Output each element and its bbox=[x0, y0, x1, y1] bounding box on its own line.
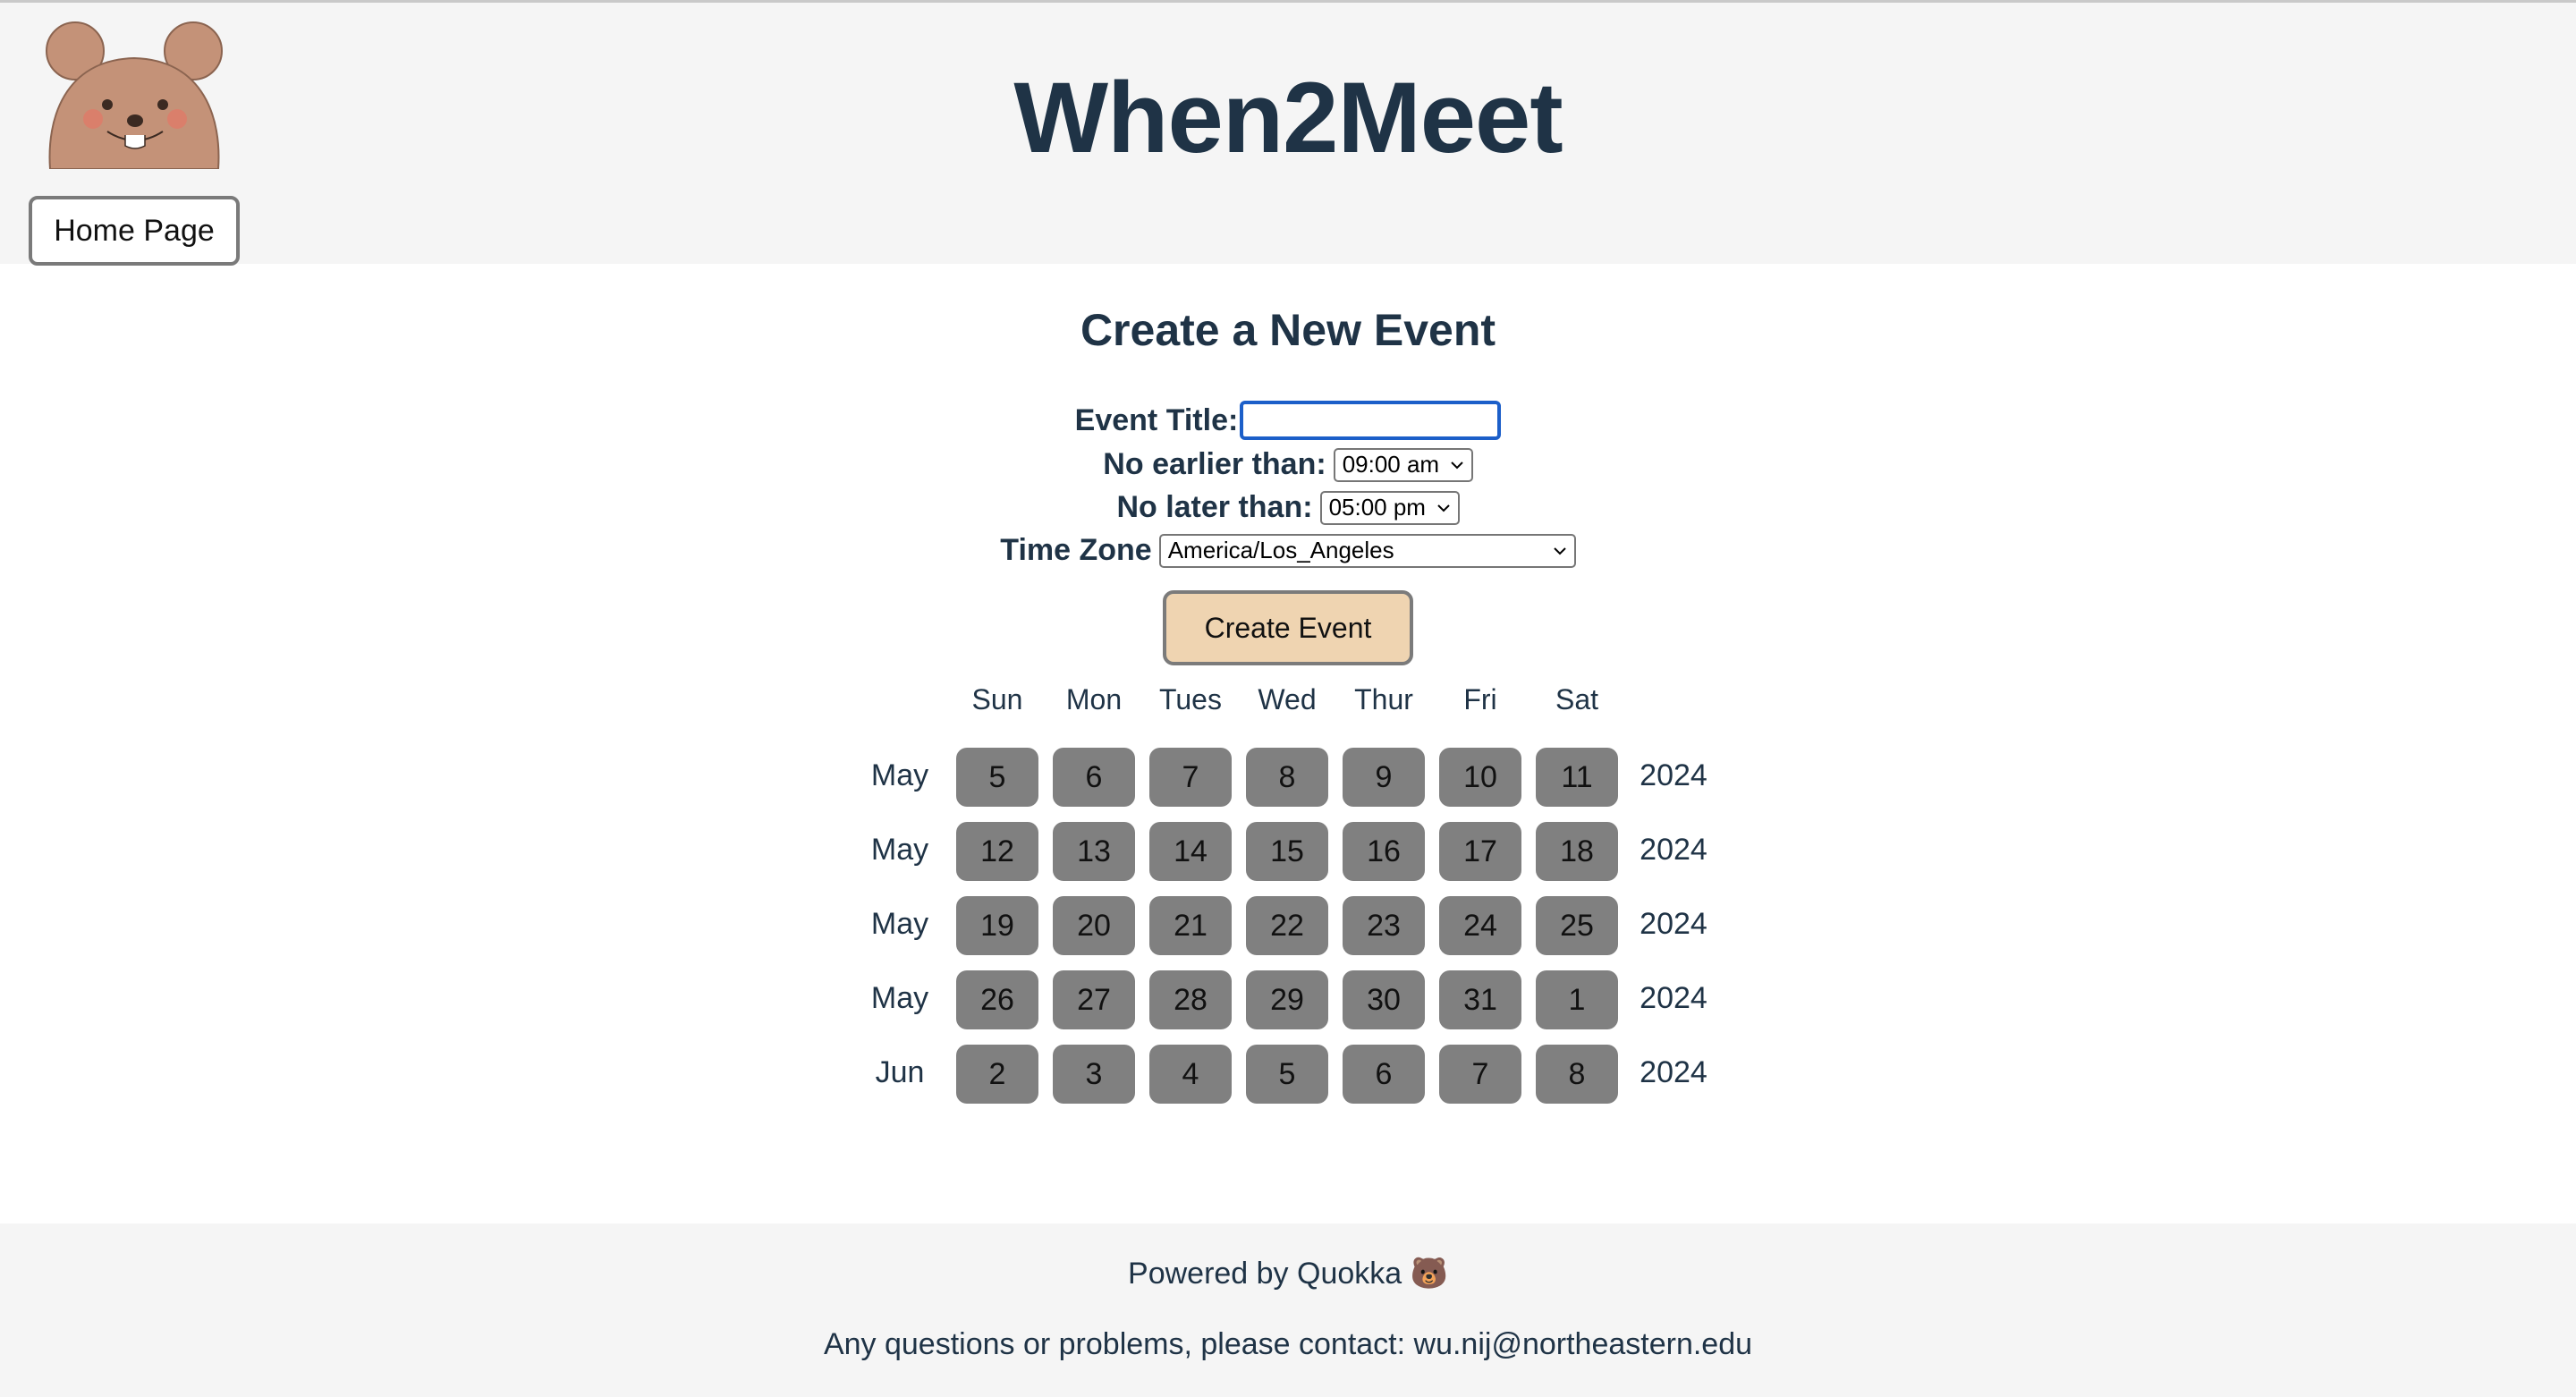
week-month-label: May bbox=[870, 981, 929, 1015]
calendar-day-button[interactable]: 26 bbox=[956, 970, 1038, 1029]
calendar-day-button[interactable]: 7 bbox=[1439, 1045, 1521, 1104]
calendar-day-button[interactable]: 24 bbox=[1439, 896, 1521, 955]
calendar-day-button[interactable]: 13 bbox=[1053, 822, 1135, 881]
calendar-day-button[interactable]: 16 bbox=[1343, 822, 1425, 881]
calendar-day-button[interactable]: 8 bbox=[1246, 748, 1328, 807]
no-earlier-select[interactable]: 09:00 am bbox=[1333, 447, 1473, 482]
calendar-day-button[interactable]: 2 bbox=[956, 1045, 1038, 1104]
calendar-day-button[interactable]: 9 bbox=[1343, 748, 1425, 807]
calendar-day-button[interactable]: 12 bbox=[956, 822, 1038, 881]
no-earlier-label: No earlier than: bbox=[1103, 447, 1326, 481]
week-month-label: Jun bbox=[875, 1055, 925, 1089]
calendar-day-button[interactable]: 22 bbox=[1246, 896, 1328, 955]
page-title: Create a New Event bbox=[1080, 305, 1496, 355]
calendar-day-button[interactable]: 11 bbox=[1536, 748, 1618, 807]
site-header: Home Page When2Meet bbox=[0, 3, 2576, 266]
calendar-day-button[interactable]: 23 bbox=[1343, 896, 1425, 955]
weekday-header: Tues bbox=[1159, 683, 1222, 715]
week-year-label: 2024 bbox=[1640, 833, 1707, 867]
calendar-day-button[interactable]: 7 bbox=[1149, 748, 1232, 807]
calendar-day-button[interactable]: 1 bbox=[1536, 970, 1618, 1029]
timezone-row: Time Zone America/Los_Angeles bbox=[0, 533, 2576, 568]
chevron-down-icon bbox=[1450, 461, 1463, 469]
calendar-day-button[interactable]: 6 bbox=[1053, 748, 1135, 807]
calendar-day-button[interactable]: 15 bbox=[1246, 822, 1328, 881]
calendar-day-button[interactable]: 5 bbox=[956, 748, 1038, 807]
no-earlier-row: No earlier than: 09:00 am bbox=[0, 447, 2576, 482]
timezone-select[interactable]: America/Los_Angeles bbox=[1158, 533, 1576, 568]
weekday-header: Thur bbox=[1354, 683, 1413, 715]
week-year-label: 2024 bbox=[1640, 981, 1707, 1015]
calendar-day-button[interactable]: 25 bbox=[1536, 896, 1618, 955]
calendar-day-button[interactable]: 30 bbox=[1343, 970, 1425, 1029]
calendar-day-button[interactable]: 31 bbox=[1439, 970, 1521, 1029]
week-month-label: May bbox=[870, 907, 929, 941]
calendar-day-button[interactable]: 10 bbox=[1439, 748, 1521, 807]
no-later-value: 05:00 pm bbox=[1328, 494, 1426, 521]
calendar-day-button[interactable]: 6 bbox=[1343, 1045, 1425, 1104]
event-title-row: Event Title: bbox=[0, 401, 2576, 440]
week-year-label: 2024 bbox=[1640, 1055, 1707, 1089]
event-title-label: Event Title: bbox=[1074, 402, 1239, 437]
weekday-header: Sun bbox=[971, 683, 1023, 715]
weekday-header: Fri bbox=[1463, 683, 1497, 715]
calendar-day-button[interactable]: 17 bbox=[1439, 822, 1521, 881]
week-year-label: 2024 bbox=[1640, 758, 1707, 792]
contact-text: Any questions or problems, please contac… bbox=[823, 1327, 1753, 1361]
calendar-day-button[interactable]: 28 bbox=[1149, 970, 1232, 1029]
no-later-select[interactable]: 05:00 pm bbox=[1319, 490, 1460, 525]
calendar-day-button[interactable]: 14 bbox=[1149, 822, 1232, 881]
week-month-label: May bbox=[870, 758, 929, 792]
calendar-day-button[interactable]: 29 bbox=[1246, 970, 1328, 1029]
timezone-label: Time Zone bbox=[1000, 533, 1152, 567]
week-month-label: May bbox=[870, 833, 929, 867]
weekday-header: Wed bbox=[1258, 683, 1317, 715]
calendar-day-button[interactable]: 18 bbox=[1536, 822, 1618, 881]
no-later-row: No later than: 05:00 pm bbox=[0, 490, 2576, 525]
chevron-down-icon bbox=[1553, 546, 1566, 555]
week-year-label: 2024 bbox=[1640, 907, 1707, 941]
weekday-header: Mon bbox=[1065, 683, 1123, 715]
weekday-header: Sat bbox=[1555, 683, 1599, 715]
calendar-day-button[interactable]: 20 bbox=[1053, 896, 1135, 955]
chevron-down-icon bbox=[1436, 504, 1450, 512]
timezone-value: America/Los_Angeles bbox=[1167, 537, 1394, 563]
powered-by-text: Powered by Quokka 🐻 bbox=[1128, 1257, 1448, 1291]
calendar-day-button[interactable]: 4 bbox=[1149, 1045, 1232, 1104]
calendar-day-button[interactable]: 3 bbox=[1053, 1045, 1135, 1104]
calendar-day-button[interactable]: 21 bbox=[1149, 896, 1232, 955]
home-page-button[interactable]: Home Page bbox=[29, 196, 240, 266]
no-later-label: No later than: bbox=[1116, 490, 1313, 524]
create-event-button[interactable]: Create Event bbox=[1163, 590, 1413, 665]
calendar-day-button[interactable]: 5 bbox=[1246, 1045, 1328, 1104]
site-title: When2Meet bbox=[1013, 62, 1563, 174]
calendar-day-button[interactable]: 27 bbox=[1053, 970, 1135, 1029]
site-footer: Powered by Quokka 🐻 Any questions or pro… bbox=[0, 1223, 2576, 1397]
calendar-day-button[interactable]: 8 bbox=[1536, 1045, 1618, 1104]
no-earlier-value: 09:00 am bbox=[1342, 451, 1440, 478]
calendar-day-button[interactable]: 19 bbox=[956, 896, 1038, 955]
event-title-input[interactable] bbox=[1240, 401, 1502, 440]
